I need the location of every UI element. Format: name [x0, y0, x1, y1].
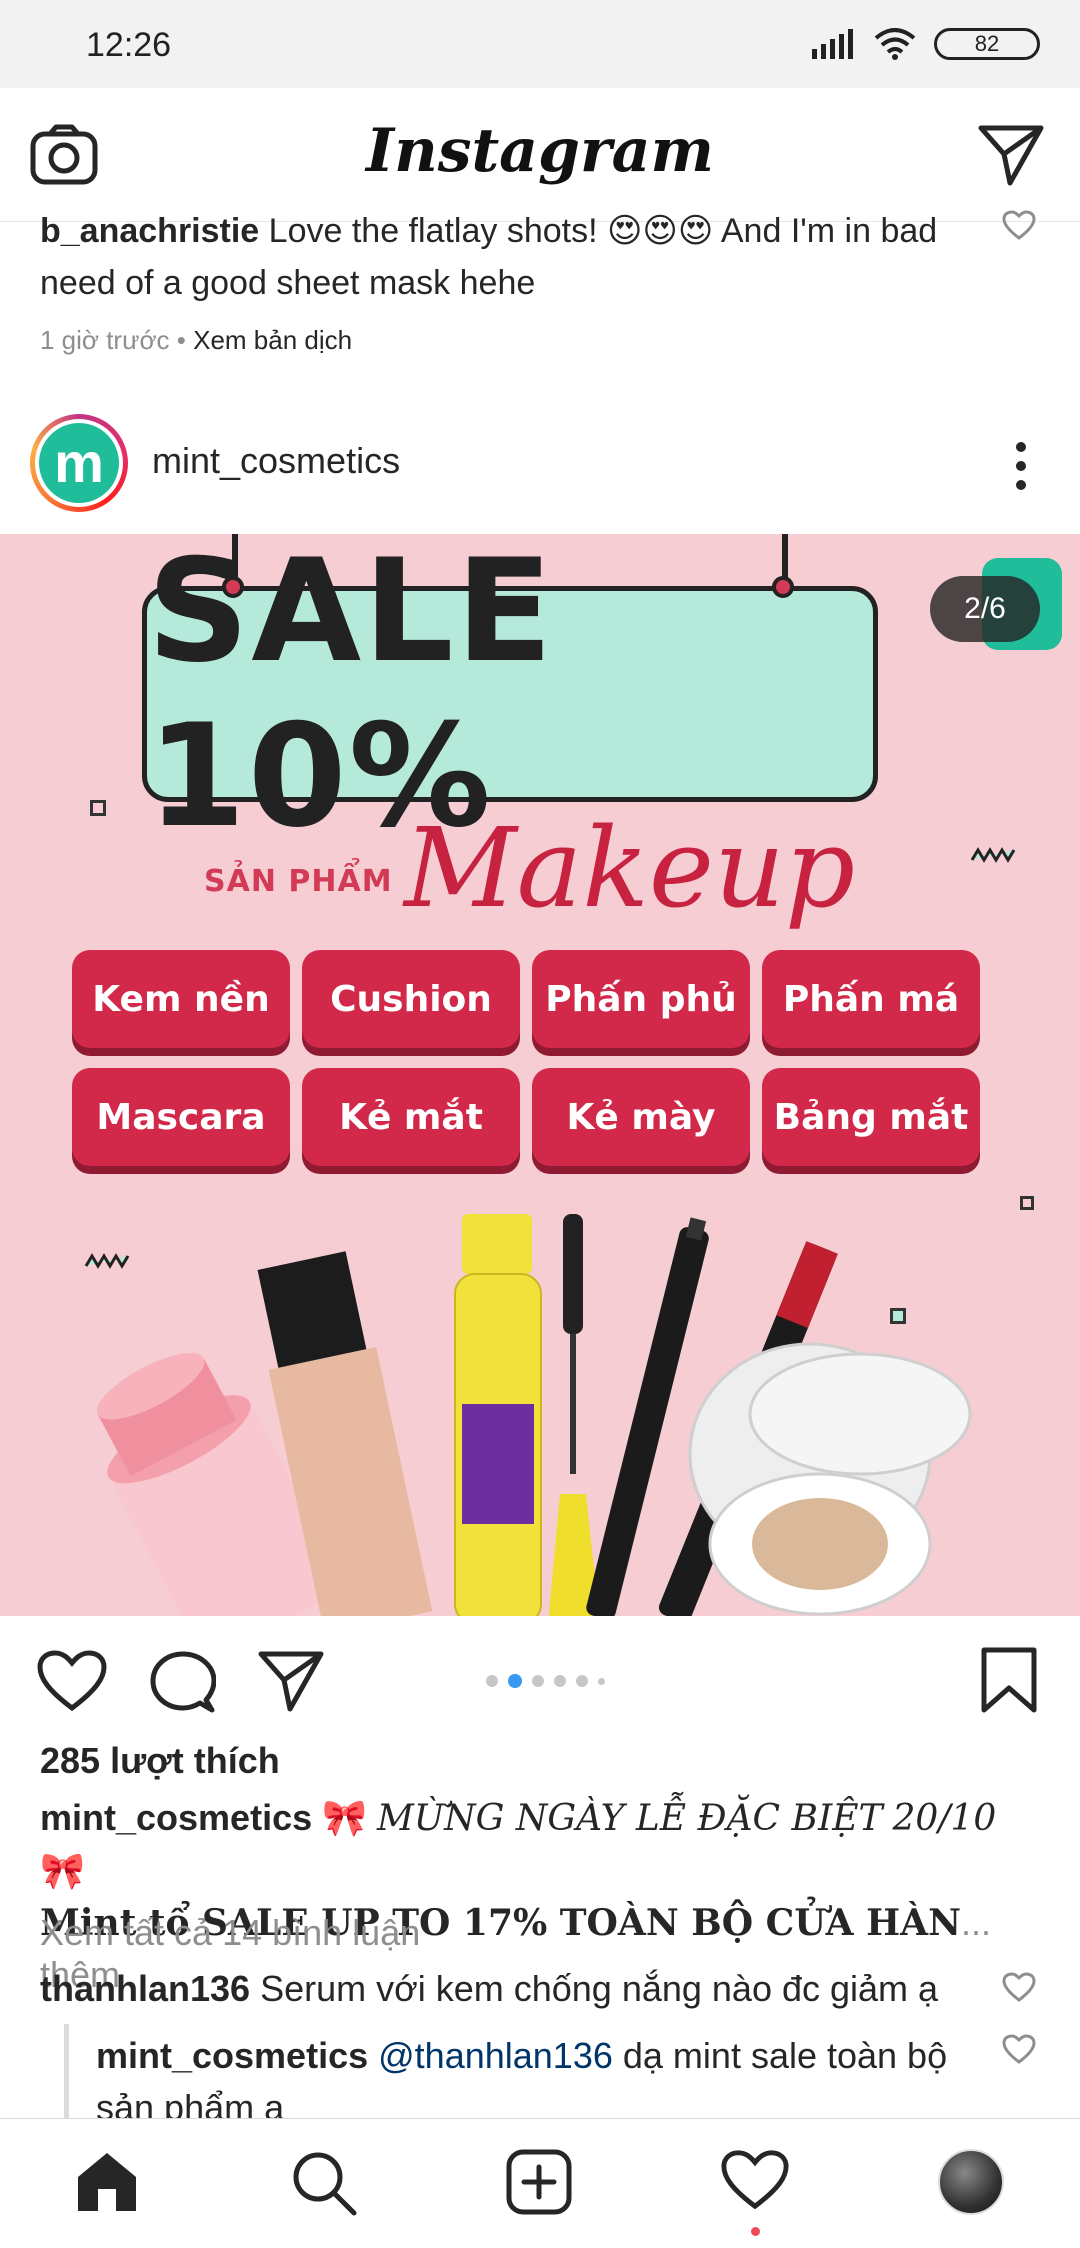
decoration-zigzag	[970, 847, 1016, 863]
meta-separator: •	[176, 325, 186, 355]
makeup-script-title: Makeup	[404, 804, 856, 932]
instagram-logo: Instagram	[366, 116, 714, 186]
avatar-letter: m	[39, 423, 119, 503]
heart-icon[interactable]	[1002, 1972, 1036, 2002]
decoration-square	[90, 800, 106, 816]
post-avatar[interactable]: m	[30, 414, 128, 512]
status-time: 12:26	[86, 26, 172, 64]
status-icons: 82	[812, 28, 1040, 60]
wifi-icon	[874, 28, 916, 60]
caption-date: 20/10	[892, 1798, 997, 1839]
bottom-navigation	[0, 2118, 1080, 2248]
hanging-pin-left	[222, 576, 244, 598]
category-mascara: Mascara	[72, 1068, 290, 1166]
likes-count[interactable]: 285 lượt thích	[40, 1740, 280, 1782]
carousel-dot	[532, 1675, 544, 1687]
category-phan-phu: Phấn phủ	[532, 950, 750, 1048]
maybelline-magnum-mascara	[454, 1214, 542, 1616]
caption-line1: MỪNG NGÀY LỄ ĐẶC BIỆT	[376, 1798, 883, 1839]
post-image[interactable]: SALE 10% 2/6 SẢN PHẨM Makeup Kem nền Cus…	[0, 534, 1080, 1616]
profile-avatar	[938, 2149, 1004, 2215]
post-header: m mint_cosmetics	[0, 400, 1080, 534]
comment-text: Serum với kem chống nắng nào đc giảm ạ	[260, 1968, 939, 2009]
category-cushion: Cushion	[302, 950, 520, 1048]
subtitle-san-pham: SẢN PHẨM	[204, 864, 393, 899]
profile-tab[interactable]	[938, 2149, 1004, 2215]
app-header: Instagram	[0, 88, 1080, 222]
notification-dot	[751, 2227, 760, 2236]
comment-username[interactable]: thanhlan136	[40, 1968, 250, 2009]
comment-item: thanhlan136 Serum với kem chống nắng nào…	[40, 1968, 990, 2010]
category-ke-may: Kẻ mày	[532, 1068, 750, 1166]
mascara-wand	[548, 1214, 600, 1616]
products-illustration	[96, 1214, 972, 1616]
carousel-dots	[486, 1674, 605, 1688]
activity-icon[interactable]	[720, 2149, 790, 2211]
heart-icon[interactable]	[1002, 2034, 1036, 2064]
carousel-dot	[486, 1675, 498, 1687]
more-options-icon[interactable]	[1016, 442, 1026, 490]
carousel-dot-active	[508, 1674, 522, 1688]
comment-time: 1 giờ trước	[40, 325, 170, 355]
category-grid: Kem nền Cushion Phấn phủ Phấn má Mascara…	[72, 950, 980, 1166]
sale-banner: SALE 10%	[142, 534, 878, 859]
avatar-inner: m	[35, 419, 123, 507]
hanging-pin-right	[772, 576, 794, 598]
comment-meta: 1 giờ trước • Xem bản dịch	[40, 325, 352, 356]
share-icon[interactable]	[258, 1650, 324, 1712]
post-action-row	[0, 1616, 1080, 1746]
bookmark-icon[interactable]	[980, 1646, 1038, 1714]
cushion-compact	[688, 1342, 972, 1616]
caption-username[interactable]: mint_cosmetics	[40, 1797, 312, 1838]
category-phan-ma: Phấn má	[762, 950, 980, 1048]
reply-thread-bar	[64, 2024, 69, 2124]
caption-emoji-left: 🎀	[322, 1797, 367, 1838]
post-username[interactable]: mint_cosmetics	[152, 440, 400, 482]
decoration-square	[1020, 1196, 1034, 1210]
caption-emoji-right: 🎀	[40, 1850, 85, 1891]
view-all-comments-link[interactable]: Xem tất cả 14 bình luận	[40, 1912, 420, 1954]
category-ke-mat: Kẻ mắt	[302, 1068, 520, 1166]
category-bang-mat: Bảng mắt	[762, 1068, 980, 1166]
carousel-page-badge: 2/6	[930, 576, 1040, 642]
heart-icon[interactable]	[36, 1650, 108, 1712]
previous-comment: b_anachristie Love the flatlay shots! 😍😍…	[40, 205, 1000, 309]
caption-ellipsis: ...	[960, 1902, 991, 1943]
translate-link[interactable]: Xem bản dịch	[193, 325, 352, 355]
heart-icon[interactable]	[1002, 210, 1036, 240]
add-post-icon[interactable]	[506, 2149, 572, 2215]
signal-icon	[812, 29, 853, 59]
carousel-dot	[576, 1675, 588, 1687]
reply-username[interactable]: mint_cosmetics	[96, 2035, 368, 2076]
category-kem-nen: Kem nền	[72, 950, 290, 1048]
carousel-dot	[554, 1675, 566, 1687]
search-icon[interactable]	[290, 2149, 358, 2217]
direct-message-icon[interactable]	[978, 124, 1044, 186]
status-bar: 12:26 82	[0, 0, 1080, 88]
home-icon[interactable]	[74, 2149, 140, 2213]
reply-mention[interactable]: @thanhlan136	[378, 2035, 613, 2076]
comment-icon[interactable]	[150, 1650, 216, 1714]
comment-username[interactable]: b_anachristie	[40, 212, 259, 250]
carousel-dot	[598, 1677, 605, 1685]
battery-indicator: 82	[934, 28, 1040, 60]
